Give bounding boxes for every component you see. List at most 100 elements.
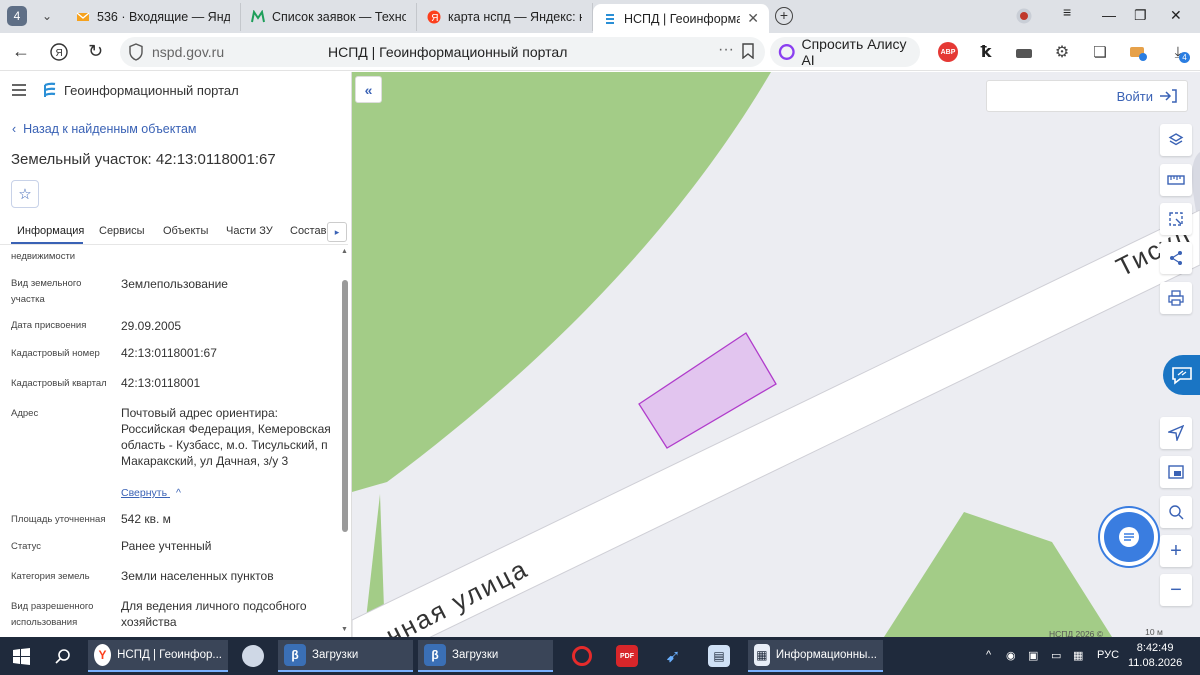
more-icon[interactable]: ··· (718, 41, 734, 59)
layers-button[interactable] (1160, 124, 1192, 156)
share-button[interactable] (1160, 242, 1192, 274)
clock[interactable]: 8:42:49 11.08.2026 (1128, 641, 1182, 671)
field-value: Землепользование (121, 277, 228, 291)
folder-app-icon: β (284, 644, 306, 666)
zoom-out-button[interactable]: − (1160, 574, 1192, 606)
hamburger-menu-icon[interactable] (12, 84, 26, 96)
tray-app-icon[interactable]: ▣ (1028, 649, 1038, 662)
login-button[interactable]: Войти (986, 80, 1188, 112)
back-to-results-link[interactable]: ‹ Назад к найденным объектам (12, 122, 197, 136)
collapse-panel-button[interactable]: « (355, 76, 382, 103)
object-info-panel: Геоинформационный портал ‹ Назад к найде… (0, 72, 352, 637)
clock-date: 11.08.2026 (1128, 657, 1183, 669)
search-icon[interactable] (55, 648, 71, 664)
tray-keyboard-icon[interactable]: ▦ (1073, 649, 1083, 662)
tab-composition[interactable]: Состав (290, 225, 326, 237)
collections-icon[interactable]: ❏ (1090, 42, 1110, 62)
geolocation-button[interactable] (1160, 417, 1192, 449)
scrollbar-thumb[interactable] (342, 280, 348, 532)
tab-parts[interactable]: Части ЗУ (226, 225, 273, 237)
downloads-icon[interactable]: ⤓ 4 (1168, 42, 1190, 63)
help-button[interactable] (1163, 355, 1200, 395)
reload-icon[interactable]: ↻ (88, 41, 103, 62)
restore-icon[interactable]: ❐ (1134, 7, 1147, 24)
url-text: nspd.gov.ru (152, 44, 225, 60)
taskbar-opera[interactable] (566, 640, 598, 672)
chat-bubble-icon (1119, 527, 1139, 547)
map-view[interactable]: чная улица Тисул « Войти + − НСПД 2026 ©… (352, 72, 1200, 637)
tab-objects[interactable]: Объекты (163, 225, 208, 237)
field-value[interactable]: 42:13:0118001:67 (121, 345, 336, 361)
adblock-icon[interactable]: ABP (938, 42, 958, 62)
star-icon: ☆ (18, 186, 32, 203)
favorite-button[interactable]: ☆ (11, 180, 39, 208)
share-icon (1170, 251, 1182, 265)
back-arrow-icon[interactable]: ← (12, 41, 30, 62)
object-title: Земельный участок: 42:13:0118001:67 (11, 151, 276, 168)
field-label: Статус (11, 541, 42, 552)
scroll-down-icon[interactable]: ▼ (341, 626, 348, 633)
wallet-icon[interactable] (1014, 42, 1034, 62)
tab-title: НСПД | Геоинформацио (624, 11, 741, 26)
bookmark-icon[interactable] (741, 43, 755, 59)
chevron-down-icon[interactable]: ⌄ (36, 6, 58, 26)
alice-ai-button[interactable]: Спросить Алису AI (770, 36, 920, 68)
taskbar-remote[interactable]: ▤ (702, 640, 736, 672)
field-value[interactable]: 42:13:0118001 (121, 375, 336, 391)
yandex-home-icon[interactable]: Я (50, 43, 68, 61)
browser-tab-search[interactable]: Я карта нспд — Яндекс: нашлось (417, 3, 593, 31)
login-icon (1160, 89, 1177, 103)
print-button[interactable] (1160, 282, 1192, 314)
puzzle-icon[interactable]: ⚙ (1052, 42, 1072, 62)
layers-icon (1168, 133, 1184, 146)
tray-network-icon[interactable]: ◉ (1006, 649, 1016, 662)
tray-chevron-up-icon[interactable]: ^ (986, 649, 991, 661)
zoom-in-button[interactable]: + (1160, 535, 1192, 567)
vpn-extension-icon[interactable] (1128, 42, 1148, 62)
browser-tab-requests[interactable]: Список заявок — ТехноК (241, 3, 417, 31)
field-value: Для ведения личного подсобного хозяйства (121, 599, 307, 629)
collapse-label: Свернуть (121, 487, 168, 499)
pdf-app-icon: PDF (616, 645, 638, 667)
tray-display-icon[interactable]: ▭ (1051, 649, 1061, 662)
taskbar-pdf[interactable]: PDF (610, 640, 644, 672)
close-tab-icon[interactable]: ✕ (747, 10, 759, 27)
profile-avatar-icon[interactable] (1016, 8, 1032, 24)
browser-tab-mail[interactable]: 536 · Входящие — Яндекс (66, 3, 241, 31)
tab-title: карта нспд — Яндекс: нашлось (448, 10, 582, 24)
svg-text:Я: Я (56, 48, 63, 59)
tabs-scroll-right-icon[interactable]: ▸ (327, 222, 347, 242)
new-tab-icon[interactable]: + (775, 7, 793, 25)
browser-tab-nspd[interactable]: НСПД | Геоинформацио ✕ (593, 4, 769, 33)
shield-icon[interactable] (128, 43, 144, 61)
omnibox[interactable]: nspd.gov.ru НСПД | Геоинформационный пор… (120, 37, 765, 67)
hamburger-icon[interactable]: ≡ (1063, 4, 1071, 20)
clock-time: 8:42:49 (1136, 642, 1174, 654)
windows-start-icon[interactable] (13, 648, 30, 665)
kk-extension-icon[interactable]: ꝁ (976, 42, 996, 62)
svg-text:Я: Я (431, 13, 438, 24)
yandex-icon: Я (427, 10, 441, 24)
language-indicator[interactable]: РУС (1097, 649, 1119, 661)
chat-button[interactable] (1104, 512, 1154, 562)
taskbar-downloads-2[interactable]: β Загрузки (418, 640, 553, 672)
close-window-icon[interactable]: ✕ (1170, 7, 1182, 24)
panel-scrollbar[interactable]: ▲ ▼ (340, 248, 350, 637)
taskbar-info[interactable]: ▦ Информационны... (748, 640, 883, 672)
tab-services[interactable]: Сервисы (99, 225, 145, 237)
minimap-button[interactable] (1160, 456, 1192, 488)
field-label: Вид разрешенного использования (11, 601, 94, 628)
map-canvas[interactable]: чная улица Тисул (352, 72, 1200, 637)
taskbar-app-arrow[interactable]: ➹ (656, 640, 690, 672)
select-area-button[interactable] (1160, 203, 1192, 235)
taskbar-yandex-browser[interactable]: Y НСПД | Геоинфор... (88, 640, 228, 672)
collapse-link[interactable]: Свернуть ^ (121, 487, 181, 499)
measure-button[interactable] (1160, 164, 1192, 196)
scroll-up-icon[interactable]: ▲ (341, 248, 348, 255)
taskbar-downloads-1[interactable]: β Загрузки (278, 640, 413, 672)
tab-information[interactable]: Информация (17, 225, 84, 237)
tab-count-badge[interactable]: 4 (7, 6, 27, 26)
minimize-icon[interactable]: — (1102, 7, 1116, 23)
search-map-button[interactable] (1160, 496, 1192, 528)
taskbar-app[interactable] (236, 640, 270, 672)
